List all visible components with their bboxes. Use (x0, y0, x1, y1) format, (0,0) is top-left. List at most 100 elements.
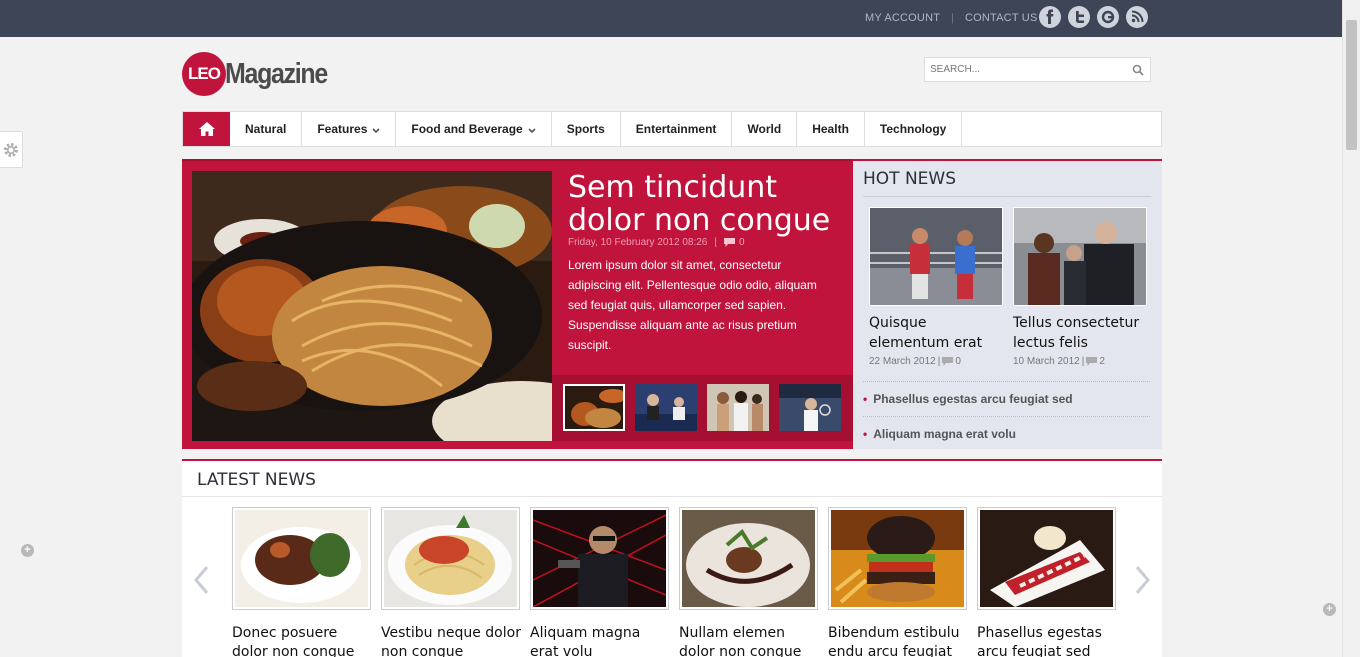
comment-icon (1086, 357, 1098, 366)
site-logo[interactable]: LEO Magazine (182, 52, 344, 96)
chevron-down-icon (528, 127, 536, 133)
logo-mark: LEO (182, 52, 226, 96)
nav-item-label: Natural (245, 122, 287, 136)
search-input[interactable] (925, 58, 1115, 81)
nav-item-features[interactable]: Features (302, 112, 397, 146)
hot-news-card[interactable]: Tellus consectetur lectus felis 10 March… (1013, 207, 1147, 367)
nav-item-world[interactable]: World (732, 112, 798, 146)
featured-excerpt: Lorem ipsum dolor sit amet, consectetur … (568, 258, 817, 352)
latest-news-section: LATEST NEWS Donec posuere dolor non cong… (182, 459, 1162, 657)
news-item[interactable]: Nullam elemen dolor non congue (679, 507, 819, 657)
hot-news-divider (863, 196, 1151, 197)
contact-us-link[interactable]: CONTACT US (965, 12, 1038, 24)
meta-divider: | (1081, 356, 1085, 367)
top-links: MY ACCOUNT | CONTACT US (865, 12, 1038, 24)
nav-item-health[interactable]: Health (797, 112, 865, 146)
list-item[interactable]: • Phasellus egestas arcu feugiat sed (863, 381, 1150, 416)
comment-icon (723, 238, 735, 247)
featured-image[interactable] (192, 171, 552, 441)
slider-thumb[interactable] (779, 384, 841, 431)
news-image[interactable] (828, 507, 967, 610)
news-image[interactable] (232, 507, 371, 610)
list-item[interactable]: • Aliquam magna erat volu (863, 416, 1150, 451)
news-image[interactable] (977, 507, 1116, 610)
search-box (924, 57, 1151, 82)
news-headline[interactable]: Vestibu neque dolor non congue (381, 624, 521, 657)
carousel-prev-arrow-icon[interactable] (193, 565, 209, 600)
search-icon[interactable] (1132, 63, 1144, 81)
news-item[interactable]: Donec posuere dolor non congue (232, 507, 372, 657)
news-image[interactable] (381, 507, 520, 610)
page-scrollbar[interactable] (1342, 0, 1360, 657)
chevron-down-icon (372, 127, 380, 133)
hot-news-card[interactable]: Quisque elementum erat 22 March 2012 | 0 (869, 207, 1003, 367)
main-nav: Natural Features Food and Beverage Sport… (182, 111, 1162, 147)
hot-news-date: 10 March 2012 (1013, 356, 1080, 367)
hot-news-image[interactable] (869, 207, 1003, 306)
expand-plus-icon[interactable]: + (1323, 603, 1336, 616)
google-plus-icon[interactable] (1097, 6, 1119, 28)
nav-item-sports[interactable]: Sports (552, 112, 621, 146)
nav-item-natural[interactable]: Natural (230, 112, 303, 146)
facebook-icon[interactable] (1039, 6, 1061, 28)
nav-item-entertainment[interactable]: Entertainment (621, 112, 733, 146)
news-headline[interactable]: Donec posuere dolor non congue (232, 624, 372, 657)
news-item[interactable]: Bibendum estibulu endu arcu feugiat (828, 507, 968, 657)
slider-thumb[interactable] (707, 384, 769, 431)
slider-thumb[interactable] (563, 384, 625, 431)
slider-thumb[interactable] (635, 384, 697, 431)
home-nav-button[interactable] (183, 112, 230, 146)
news-item[interactable]: Vestibu neque dolor non congue (381, 507, 521, 657)
hot-news-headline[interactable]: Quisque elementum erat (869, 313, 1003, 353)
logo-wordmark: Magazine (225, 57, 328, 90)
carousel-next-arrow-icon[interactable] (1135, 565, 1151, 600)
twitter-icon[interactable] (1068, 6, 1090, 28)
featured-headline[interactable]: Sem tincidunt dolor non congue (568, 171, 838, 237)
nav-item-label: World (747, 122, 782, 136)
nav-item-label: Entertainment (635, 122, 717, 136)
news-headline[interactable]: Nullam elemen dolor non congue (679, 624, 819, 657)
news-image[interactable] (679, 507, 818, 610)
hot-news-headline[interactable]: Tellus consectetur lectus felis (1013, 313, 1147, 353)
nav-item-food-and-beverage[interactable]: Food and Beverage (396, 112, 552, 146)
meta-divider: | (714, 237, 717, 248)
nav-item-label: Sports (566, 122, 605, 136)
news-headline[interactable]: Phasellus egestas arcu feugiat sed (977, 624, 1117, 657)
nav-item-label: Features (317, 122, 368, 136)
news-image[interactable] (530, 507, 669, 610)
latest-news-divider (182, 496, 1162, 497)
bullet-icon: • (863, 392, 868, 406)
comment-icon (942, 357, 954, 366)
rss-icon[interactable] (1126, 6, 1148, 28)
nav-item-technology[interactable]: Technology (865, 112, 963, 146)
top-link-divider: | (951, 12, 954, 24)
hot-news-title: HOT NEWS (863, 169, 957, 189)
hot-news-link[interactable]: Aliquam magna erat volu (873, 427, 1016, 441)
latest-news-title: LATEST NEWS (197, 470, 316, 490)
expand-plus-icon[interactable]: + (21, 544, 34, 557)
hot-news-image[interactable] (1013, 207, 1147, 306)
meta-divider: | (937, 356, 941, 367)
featured-date: Friday, 10 February 2012 08:26 (568, 237, 708, 248)
news-headline[interactable]: Bibendum estibulu endu arcu feugiat (828, 624, 968, 657)
hot-news-panel: HOT NEWS Quisque elementum erat 22 March… (853, 159, 1162, 449)
top-bar: MY ACCOUNT | CONTACT US (0, 0, 1342, 37)
nav-item-label: Food and Beverage (411, 122, 523, 136)
slider-thumbnails (552, 375, 853, 441)
settings-gear-icon[interactable] (0, 131, 23, 168)
featured-meta: Friday, 10 February 2012 08:26 | 0 (568, 237, 745, 248)
my-account-link[interactable]: MY ACCOUNT (865, 12, 940, 24)
news-item[interactable]: Aliquam magna erat volu (530, 507, 670, 657)
hot-news-meta: 10 March 2012 | 2 (1013, 356, 1147, 367)
hot-news-comment-count[interactable]: 0 (955, 356, 961, 367)
hot-news-comment-count[interactable]: 2 (1099, 356, 1105, 367)
hot-news-meta: 22 March 2012 | 0 (869, 356, 1003, 367)
nav-item-label: Technology (879, 122, 947, 136)
news-item[interactable]: Phasellus egestas arcu feugiat sed (977, 507, 1117, 657)
scrollbar-thumb[interactable] (1346, 20, 1357, 150)
hot-news-link[interactable]: Phasellus egestas arcu feugiat sed (873, 392, 1072, 406)
featured-comment-count[interactable]: 0 (739, 237, 745, 248)
hot-news-date: 22 March 2012 (869, 356, 936, 367)
news-headline[interactable]: Aliquam magna erat volu (530, 624, 670, 657)
featured-slider: Sem tincidunt dolor non congue Friday, 1… (182, 159, 853, 449)
